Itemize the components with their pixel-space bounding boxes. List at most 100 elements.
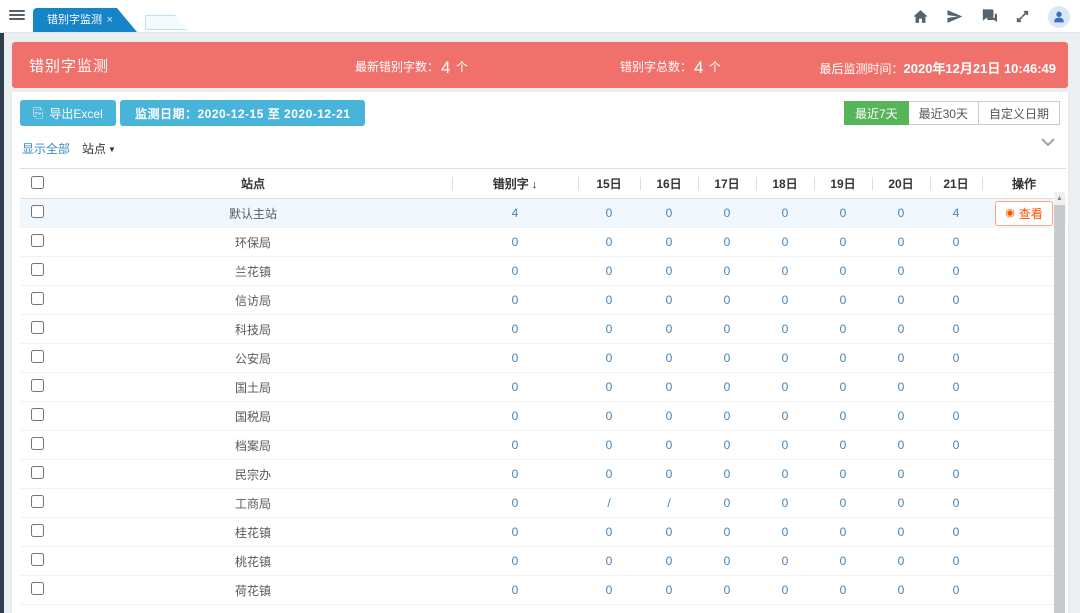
day-count: 0 <box>756 199 814 228</box>
day-count: 0 <box>698 315 756 344</box>
send-icon[interactable] <box>946 8 963 25</box>
export-icon: ⎘ <box>33 105 43 121</box>
day-count: 0 <box>640 344 698 373</box>
day-count: 0 <box>698 344 756 373</box>
day-count: 0 <box>640 402 698 431</box>
site-name: 默认主站 <box>54 199 452 228</box>
content-area: 错别字监测 最新错别字数：4 个 错别字总数：4 个 最后监测时间：2020年1… <box>4 33 1080 613</box>
day-count: 0 <box>872 344 930 373</box>
day-count: 0 <box>814 257 872 286</box>
home-icon[interactable] <box>912 8 929 25</box>
row-checkbox[interactable] <box>31 263 44 276</box>
select-all-checkbox[interactable] <box>31 176 44 189</box>
scroll-up-arrow-icon[interactable]: ▲ <box>1054 192 1065 205</box>
table-row: 桃花镇00000000 <box>20 547 1066 576</box>
site-name: 信访局 <box>54 286 452 315</box>
row-checkbox[interactable] <box>31 234 44 247</box>
fullscreen-icon[interactable] <box>1014 8 1031 25</box>
row-checkbox[interactable] <box>31 292 44 305</box>
site-filter-dropdown[interactable]: 站点▼ <box>82 140 116 157</box>
row-checkbox[interactable] <box>31 524 44 537</box>
tab-typo-monitor[interactable]: 错别字监测 × <box>33 8 137 32</box>
scrollbar-thumb[interactable] <box>1054 205 1065 613</box>
site-name: 国税局 <box>54 402 452 431</box>
row-checkbox[interactable] <box>31 321 44 334</box>
day-count: 0 <box>756 402 814 431</box>
day-count: 0 <box>698 228 756 257</box>
day-count: 0 <box>872 257 930 286</box>
day-count: 0 <box>930 576 982 605</box>
day-count: 0 <box>872 518 930 547</box>
site-name: 环保局 <box>54 228 452 257</box>
user-avatar[interactable] <box>1048 6 1070 28</box>
day-count: 0 <box>698 257 756 286</box>
day-count: 0 <box>814 518 872 547</box>
row-checkbox[interactable] <box>31 495 44 508</box>
typo-table: 站点 错别字↓ 15日 16日 17日 18日 19日 20日 21日 操作 默… <box>20 168 1066 605</box>
site-name: 民宗办 <box>54 460 452 489</box>
site-name: 工商局 <box>54 489 452 518</box>
vertical-scrollbar[interactable]: ▲ <box>1054 192 1065 613</box>
table-header-row: 站点 错别字↓ 15日 16日 17日 18日 19日 20日 21日 操作 <box>20 169 1066 199</box>
stat-total-typos: 错别字总数：4 个 <box>620 58 721 78</box>
day-count: 0 <box>578 402 640 431</box>
day-count: 0 <box>756 489 814 518</box>
row-checkbox-cell <box>20 228 54 257</box>
day-count: 0 <box>698 576 756 605</box>
row-checkbox[interactable] <box>31 466 44 479</box>
range-last30days-button[interactable]: 最近30天 <box>908 101 979 125</box>
day-count: 0 <box>814 460 872 489</box>
table-row: 档案局00000000 <box>20 431 1066 460</box>
typos-total: 0 <box>452 518 578 547</box>
range-custom-button[interactable]: 自定义日期 <box>978 101 1060 125</box>
day-count: 0 <box>930 257 982 286</box>
site-name: 兰花镇 <box>54 257 452 286</box>
day-count: 0 <box>814 489 872 518</box>
table-row: 科技局00000000 <box>20 315 1066 344</box>
day-count: 0 <box>930 431 982 460</box>
typos-total: 0 <box>452 489 578 518</box>
show-all-link[interactable]: 显示全部 <box>22 140 70 157</box>
header-day: 16日 <box>640 169 698 199</box>
stat-last-check-time: 最后监测时间：2020年12月21日 10:46:49 <box>819 58 1056 77</box>
day-count: 0 <box>814 315 872 344</box>
tab-close-icon[interactable]: × <box>107 8 113 32</box>
row-checkbox[interactable] <box>31 582 44 595</box>
row-checkbox[interactable] <box>31 350 44 363</box>
site-name: 桂花镇 <box>54 518 452 547</box>
hamburger-menu-icon[interactable] <box>9 8 25 22</box>
day-count: 0 <box>872 460 930 489</box>
table-row: 国税局00000000 <box>20 402 1066 431</box>
day-count: 0 <box>872 489 930 518</box>
row-checkbox[interactable] <box>31 205 44 218</box>
day-count: 0 <box>756 547 814 576</box>
day-count: 0 <box>578 431 640 460</box>
day-count: 0 <box>872 286 930 315</box>
chat-icon[interactable] <box>980 8 997 25</box>
day-count: 0 <box>872 228 930 257</box>
day-count: 0 <box>640 373 698 402</box>
row-checkbox[interactable] <box>31 437 44 450</box>
day-count: 0 <box>930 344 982 373</box>
range-last7days-button[interactable]: 最近7天 <box>844 101 909 125</box>
day-count: 0 <box>698 431 756 460</box>
day-count: 0 <box>640 576 698 605</box>
day-count: 0 <box>814 286 872 315</box>
typos-total: 0 <box>452 257 578 286</box>
row-checkbox[interactable] <box>31 379 44 392</box>
day-count: 0 <box>578 344 640 373</box>
row-checkbox[interactable] <box>31 553 44 566</box>
typos-total: 0 <box>452 344 578 373</box>
day-count: 0 <box>930 489 982 518</box>
toolbar: ⎘ 导出Excel 监测日期：2020-12-15 至 2020-12-21 最… <box>20 100 1060 126</box>
typos-total: 4 <box>452 199 578 228</box>
row-checkbox[interactable] <box>31 408 44 421</box>
export-excel-button[interactable]: ⎘ 导出Excel <box>20 100 116 126</box>
header-typos-sortable[interactable]: 错别字↓ <box>452 169 578 199</box>
eye-icon: ◉ <box>1005 208 1015 219</box>
day-count: 0 <box>698 373 756 402</box>
day-count: 0 <box>930 228 982 257</box>
row-checkbox-cell <box>20 518 54 547</box>
view-button[interactable]: ◉查看 <box>995 201 1053 226</box>
row-checkbox-cell <box>20 344 54 373</box>
